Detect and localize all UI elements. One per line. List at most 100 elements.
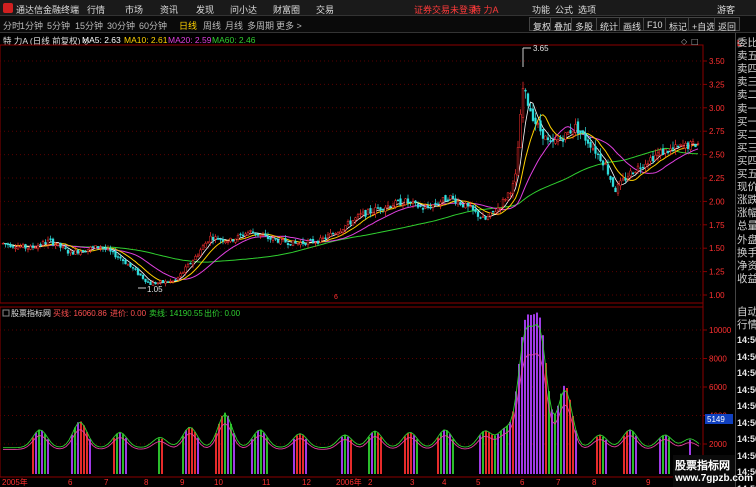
menu-guest[interactable]: 游客 [717, 3, 735, 16]
login-status[interactable]: 证券交易未登录 [414, 3, 477, 16]
kline-chart[interactable]: 3.50 3.25 3.00 2.75 2.50 2.25 2.00 1.75 1.50 1.25… [0, 33, 735, 487]
menu-zixun[interactable]: 资讯 [160, 3, 178, 16]
menu-jiaoyi[interactable]: 交易 [316, 3, 334, 16]
candle-body [411, 201, 415, 204]
ma5-line [2, 101, 699, 284]
period-daily[interactable]: 日线 [179, 19, 197, 32]
candle-body [479, 217, 482, 219]
candle-body [484, 216, 487, 220]
candle-body [636, 165, 640, 172]
candle-body [539, 120, 542, 132]
candle-body [189, 262, 192, 265]
candle-body [454, 198, 457, 204]
candle-body [641, 166, 645, 169]
candle-body [379, 207, 382, 211]
candle-body [6, 243, 10, 246]
menu-hangqing[interactable]: 行情 [87, 3, 105, 16]
candle-body [301, 240, 305, 244]
candle-body [384, 206, 387, 212]
candle-body [319, 237, 322, 243]
sub-tick-label: 2000 [709, 440, 727, 449]
time-axis-label: 7 [104, 478, 109, 487]
candle-body [441, 197, 445, 202]
sub-indicator-name[interactable]: 股票指标网 [11, 308, 51, 318]
panel-trade-time: 14:50 [737, 384, 756, 395]
f10-button[interactable]: F10 [643, 17, 667, 31]
panel-row-label: 卖二 [737, 89, 756, 102]
period-15min[interactable]: 15分钟 [75, 19, 103, 32]
indicator-bar [485, 430, 487, 474]
indicator-bar [662, 436, 664, 474]
candle-body [406, 198, 410, 204]
indicator-bar [374, 431, 376, 474]
period-multi[interactable]: 多周期 [247, 19, 274, 32]
candle-body [171, 280, 175, 282]
panel-trade-time: 14:50 [737, 401, 756, 411]
candle-body [204, 242, 207, 248]
main-tick-label: 2.00 [709, 197, 725, 206]
candle-body [614, 187, 617, 193]
period-more[interactable]: 更多 > [276, 19, 302, 32]
period-60min[interactable]: 60分钟 [139, 19, 167, 32]
candle-body [501, 199, 505, 207]
window-icon[interactable]: □ [691, 37, 699, 46]
candle-body [179, 273, 182, 277]
period-30min[interactable]: 30分钟 [107, 19, 135, 32]
panel-row-label: 收益 [737, 272, 756, 285]
menu-gongshi[interactable]: 公式 [555, 3, 573, 16]
candle-body [334, 233, 337, 235]
candle-body [279, 238, 282, 245]
candle-body [586, 139, 590, 144]
candle-body [126, 264, 130, 266]
candle-body [326, 234, 330, 238]
back-button[interactable]: 返回 [714, 17, 741, 32]
candle-body [511, 183, 515, 194]
candle-body [79, 251, 82, 255]
panel-row-label: 买一 [737, 115, 756, 128]
candle-body [489, 212, 492, 217]
candle-body [316, 240, 320, 244]
menu-gongneng[interactable]: 功能 [532, 3, 550, 16]
candle-body [496, 207, 500, 212]
panel-row-label: 净资 [737, 259, 756, 272]
candle-body [76, 249, 80, 254]
menu-caifuquan[interactable]: 财富圈 [273, 3, 300, 16]
candle-body [526, 93, 530, 106]
period-weekly[interactable]: 周线 [203, 19, 221, 32]
menu-wenxiaoda[interactable]: 问小达 [230, 3, 257, 16]
indicator-bar [350, 439, 352, 474]
period-1min[interactable]: 1分钟 [20, 19, 43, 32]
period-5min[interactable]: 5分钟 [47, 19, 70, 32]
panel-row-label: 卖四 [737, 63, 756, 76]
time-axis-label: 10 [214, 478, 223, 487]
candle-body [54, 244, 57, 247]
candle-body [399, 198, 402, 206]
multi-stock-button[interactable]: 多股 [571, 17, 598, 32]
candle-body [309, 239, 312, 241]
candle-body [231, 239, 235, 242]
expand-icon[interactable]: ◇ [681, 37, 688, 46]
candle-body [21, 244, 25, 248]
indicator-bar [563, 385, 565, 474]
period-monthly[interactable]: 月线 [225, 19, 243, 32]
indicator-bar [569, 399, 571, 474]
period-fenshi[interactable]: 分时 [3, 19, 21, 32]
candle-body [296, 243, 300, 245]
indicator-bar [113, 437, 115, 474]
candle-body [469, 206, 472, 208]
candle-body [359, 213, 362, 215]
indicator-bar [560, 393, 562, 474]
panel-trade-time: 14:50 [737, 434, 756, 444]
draw-line-button[interactable]: 画线 [619, 17, 646, 32]
watermark-url: www.7gpzb.com [675, 473, 753, 484]
menu-xuanxiang[interactable]: 选项 [578, 3, 596, 16]
candle-body [89, 246, 92, 250]
candle-body [449, 195, 452, 200]
title-bar: 通达信金融终端 行情 市场 资讯 发现 问小达 财富圈 交易 证券交易未登录 特… [0, 0, 756, 16]
candle-body [44, 242, 47, 244]
menu-faxian[interactable]: 发现 [196, 3, 214, 16]
candle-body [11, 246, 15, 248]
menu-shichang[interactable]: 市场 [125, 3, 143, 16]
panel-row-label: 卖一 [737, 102, 756, 115]
indicator-bar [536, 312, 538, 474]
